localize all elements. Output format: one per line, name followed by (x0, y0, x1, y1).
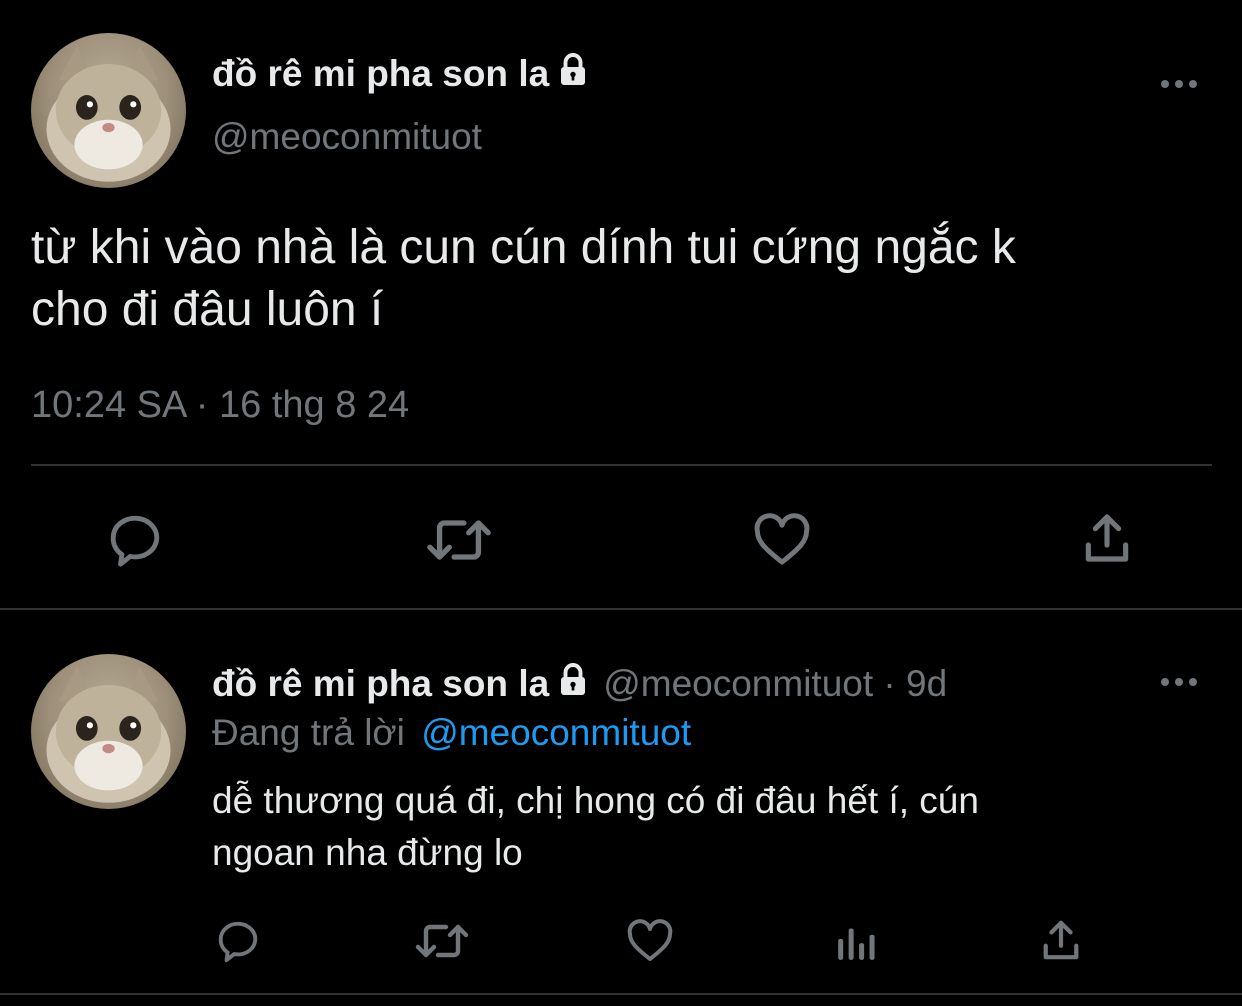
retweet-icon (415, 924, 469, 958)
cat-avatar-image (46, 666, 171, 803)
cat-avatar-image (46, 45, 171, 182)
share-icon (1085, 514, 1129, 562)
more-icon[interactable] (1158, 673, 1200, 691)
retweet-icon (427, 520, 491, 560)
like-button[interactable] (752, 513, 812, 567)
share-button[interactable] (1040, 917, 1082, 963)
handle[interactable]: @meoconmituot (212, 116, 482, 158)
handle-and-time[interactable]: @meoconmituot · 9d (603, 663, 947, 705)
like-icon (754, 513, 810, 565)
more-icon[interactable] (1158, 75, 1200, 93)
replying-to: Đang trả lời @meoconmituot (212, 712, 691, 754)
like-icon (627, 919, 673, 961)
reply-button[interactable] (106, 513, 164, 567)
views-icon (838, 928, 875, 960)
replying-to-label: Đang trả lời (212, 712, 405, 753)
retweet-button[interactable] (414, 919, 470, 963)
section-divider (0, 608, 1242, 610)
display-name: đồ rê mi pha son la (212, 53, 550, 94)
tweet-text-line: từ khi vào nhà là cun cún dính tui cứng … (31, 221, 1016, 274)
reply-text-line: ngoan nha đừng lo (212, 832, 523, 873)
reply-icon (218, 921, 258, 963)
avatar[interactable] (31, 33, 186, 188)
avatar[interactable] (31, 654, 186, 809)
replying-to-mention[interactable]: @meoconmituot (421, 712, 691, 753)
display-name-row[interactable]: đồ rê mi pha son la (212, 50, 591, 98)
divider (31, 464, 1212, 466)
lock-icon (555, 662, 591, 707)
share-button[interactable] (1080, 510, 1134, 566)
bottom-divider (0, 993, 1242, 995)
lock-icon (555, 52, 591, 97)
reply-icon (110, 515, 160, 567)
display-name-text: đồ rê mi pha son la (212, 663, 550, 704)
like-button[interactable] (626, 919, 674, 963)
retweet-button[interactable] (425, 513, 493, 567)
display-name[interactable]: đồ rê mi pha son la (212, 662, 591, 707)
reply-text-line: dễ thương quá đi, chị hong có đi đâu hết… (212, 780, 979, 821)
reply-button[interactable] (215, 919, 261, 963)
timestamp[interactable]: 10:24 SA · 16 thg 8 24 (31, 384, 409, 427)
reply-header: đồ rê mi pha son la @meoconmituot · 9d (212, 660, 947, 708)
tweet-text-line: cho đi đâu luôn í (31, 283, 384, 336)
views-button[interactable] (834, 918, 880, 964)
share-icon (1043, 920, 1079, 960)
